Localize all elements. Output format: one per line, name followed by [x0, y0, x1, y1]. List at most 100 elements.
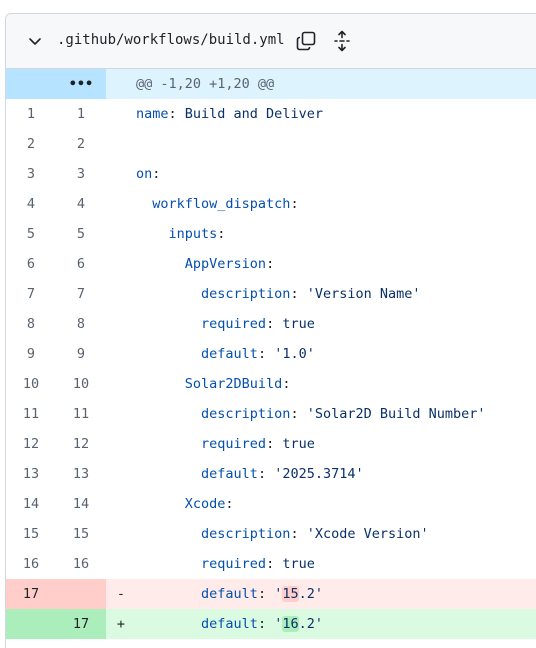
- new-line-number[interactable]: 16: [56, 549, 106, 579]
- new-line-number[interactable]: 7: [56, 279, 106, 309]
- old-line-number[interactable]: 1: [6, 99, 56, 129]
- new-line-number[interactable]: 12: [56, 429, 106, 459]
- old-line-number[interactable]: 11: [6, 399, 56, 429]
- deleted-line: 17 - default: '15.2': [6, 579, 536, 609]
- hunk-gutter: [6, 69, 56, 99]
- new-line-number[interactable]: 6: [56, 249, 106, 279]
- code-line: Xcode:: [136, 496, 234, 512]
- old-line-number[interactable]: 9: [6, 339, 56, 369]
- yaml-separator: :: [152, 166, 161, 182]
- old-line-number[interactable]: 13: [6, 459, 56, 489]
- diff-line: 22: [6, 129, 536, 159]
- yaml-value: 'Xcode Version': [306, 526, 429, 542]
- old-line-number[interactable]: 5: [6, 219, 56, 249]
- code-line: AppVersion:: [136, 256, 274, 272]
- new-line-number[interactable]: [56, 579, 106, 609]
- new-line-number[interactable]: 2: [56, 129, 106, 159]
- old-line-number[interactable]: 15: [6, 519, 56, 549]
- old-line-number[interactable]: 4: [6, 189, 56, 219]
- file-header: .github/workflows/build.yml: [6, 14, 536, 69]
- added-line: 17 + default: '16.2': [6, 609, 536, 639]
- old-line-number[interactable]: [6, 609, 56, 639]
- diff-line: 77 description: 'Version Name': [6, 279, 536, 309]
- yaml-key: description: [201, 406, 291, 422]
- yaml-separator: :: [168, 106, 185, 122]
- unfold-icon[interactable]: [331, 30, 353, 52]
- new-line-number[interactable]: 15: [56, 519, 106, 549]
- yaml-value: true: [282, 556, 315, 572]
- diff-line: 11 11 description: 'Solar2D Build Number': [6, 399, 536, 429]
- code-line: on:: [136, 166, 160, 182]
- new-line-number[interactable]: 14: [56, 489, 106, 519]
- diff-line: 1 1 name: Build and Deliver: [6, 99, 536, 129]
- diff-line: 15 15 description: 'Xcode Version': [6, 519, 536, 549]
- diff-line: 66 AppVersion:: [6, 249, 536, 279]
- new-line-number[interactable]: 17: [56, 609, 106, 639]
- code-line: default: '15.2': [136, 586, 323, 602]
- old-line-number[interactable]: 7: [6, 279, 56, 309]
- code-line: default: '1.0': [136, 346, 315, 362]
- diff-line: 55 inputs:: [6, 219, 536, 249]
- yaml-key: default: [201, 346, 258, 362]
- new-line-number[interactable]: 5: [56, 219, 106, 249]
- chevron-down-icon[interactable]: [27, 33, 43, 49]
- yaml-key: workflow_dispatch: [152, 196, 291, 212]
- code-line: default: '2025.3714': [136, 466, 364, 482]
- new-line-number[interactable]: 11: [56, 399, 106, 429]
- code-line: default: '16.2': [136, 616, 323, 632]
- diff-line: 12 12 required: true: [6, 429, 536, 459]
- diff-marker: -: [116, 586, 126, 602]
- yaml-separator: :: [266, 316, 283, 332]
- new-line-number[interactable]: 10: [56, 369, 106, 399]
- old-line-number[interactable]: 16: [6, 549, 56, 579]
- new-line-number[interactable]: 9: [56, 339, 106, 369]
- code-line: description: 'Version Name': [136, 286, 420, 302]
- diff-line: 3 3 on:: [6, 159, 536, 189]
- new-line-number[interactable]: 13: [56, 459, 106, 489]
- code-line: name: Build and Deliver: [136, 106, 323, 122]
- code-line: description: 'Xcode Version': [136, 526, 429, 542]
- expand-hunk-button[interactable]: •••: [56, 69, 106, 99]
- yaml-key: AppVersion: [184, 256, 267, 272]
- yaml-key: Solar2DBuild: [184, 376, 283, 392]
- diff-file: .github/workflows/build.yml ••• @@ -1,20…: [5, 13, 536, 648]
- diff-line: 10 10 Solar2DBuild:: [6, 369, 536, 399]
- yaml-key: required: [201, 436, 267, 452]
- old-line-number[interactable]: 10: [6, 369, 56, 399]
- copy-icon[interactable]: [295, 30, 317, 52]
- yaml-value: '2025.3714': [274, 466, 364, 482]
- diff-line: 14 14 Xcode:: [6, 489, 536, 519]
- yaml-key: default: [201, 466, 258, 482]
- old-line-number[interactable]: 17: [6, 579, 56, 609]
- code-line: required: true: [136, 316, 315, 332]
- yaml-key: Xcode: [184, 496, 226, 512]
- old-line-number[interactable]: 6: [6, 249, 56, 279]
- new-line-number[interactable]: 4: [56, 189, 106, 219]
- yaml-value: true: [282, 436, 315, 452]
- yaml-separator: :: [290, 406, 307, 422]
- code-line: Solar2DBuild:: [136, 376, 291, 392]
- old-line-number[interactable]: 14: [6, 489, 56, 519]
- diff-line: 16 16 required: true: [6, 549, 536, 579]
- yaml-separator: :: [290, 526, 307, 542]
- new-line-number[interactable]: 8: [56, 309, 106, 339]
- yaml-separator: :: [266, 556, 283, 572]
- new-line-number[interactable]: 1: [56, 99, 106, 129]
- old-line-number[interactable]: 2: [6, 129, 56, 159]
- yaml-key: description: [201, 526, 291, 542]
- changed-text: 15: [282, 586, 299, 602]
- yaml-separator: :: [217, 226, 226, 242]
- old-line-number[interactable]: 12: [6, 429, 56, 459]
- yaml-separator: :: [257, 586, 275, 602]
- old-line-number[interactable]: 3: [6, 159, 56, 189]
- yaml-key: name: [136, 106, 169, 122]
- new-line-number[interactable]: 3: [56, 159, 106, 189]
- old-line-number[interactable]: 8: [6, 309, 56, 339]
- yaml-value: 'Solar2D Build Number': [306, 406, 486, 422]
- yaml-separator: :: [266, 436, 283, 452]
- diff-line: 99 default: '1.0': [6, 339, 536, 369]
- code-line: inputs:: [136, 226, 226, 242]
- yaml-separator: :: [290, 196, 299, 212]
- yaml-value-suffix: .2': [298, 586, 323, 602]
- yaml-separator: :: [257, 616, 275, 632]
